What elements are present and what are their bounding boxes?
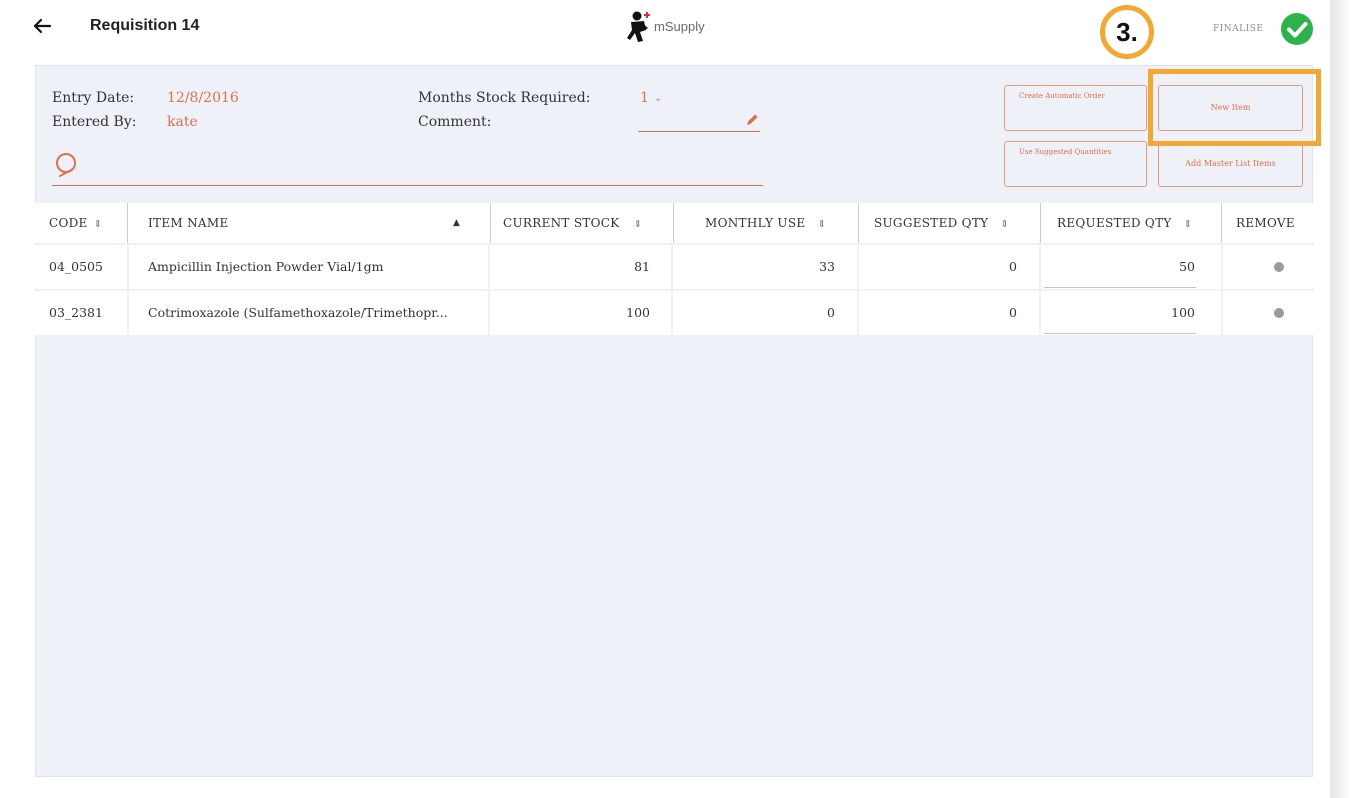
cell-suggested-qty: 0 [1009, 259, 1017, 274]
column-divider [127, 203, 128, 243]
cell-code: 03_2381 [49, 305, 103, 320]
sort-icon[interactable]: ⇕ [817, 219, 826, 230]
requested-qty-underline [1044, 333, 1196, 334]
chevron-down-icon[interactable]: ⌄ [654, 93, 662, 104]
cell-monthly-use: 33 [819, 259, 835, 274]
sort-ascending-icon[interactable]: ▲ [453, 203, 460, 243]
msupply-logo-icon [627, 11, 650, 42]
months-stock-label: Months Stock Required: [418, 90, 591, 106]
sort-icon[interactable]: ⇕ [1000, 219, 1009, 230]
pencil-icon[interactable] [745, 113, 759, 127]
cell-item-name: Cotrimoxazole (Sulfamethoxazole/Trimetho… [148, 305, 448, 320]
top-bar: Requisition 14 mSupply 3. FINALISE [0, 0, 1330, 60]
column-header-item-name[interactable]: ITEM NAME [148, 203, 229, 243]
column-header-code[interactable]: CODE ⇕ [49, 203, 102, 243]
finalise-label[interactable]: FINALISE [1213, 24, 1263, 34]
msupply-logo: mSupply [626, 10, 736, 44]
entered-by-value: kate [167, 114, 198, 130]
requested-qty-underline [1044, 287, 1196, 288]
column-header-current-stock[interactable]: CURRENT STOCK ⇕ [503, 203, 642, 243]
requested-qty-input[interactable]: 50 [1041, 245, 1195, 289]
cell-suggested-qty: 0 [1009, 305, 1017, 320]
table-header: CODE ⇕ ITEM NAME ▲ CURRENT STOCK ⇕ MONTHLY… [35, 203, 1313, 243]
comment-label: Comment: [418, 114, 492, 130]
cell-current-stock: 100 [626, 305, 650, 320]
sort-icon[interactable]: ⇕ [94, 219, 103, 230]
column-divider [858, 203, 859, 243]
months-stock-select[interactable]: 1 [640, 90, 649, 106]
logo-text: mSupply [654, 19, 705, 34]
column-header-requested-qty[interactable]: REQUESTED QTY ⇕ [1057, 203, 1192, 243]
comment-field[interactable] [640, 114, 740, 130]
column-divider [1221, 203, 1222, 243]
cell-current-stock: 81 [634, 259, 650, 274]
column-header-monthly-use[interactable]: MONTHLY USE ⇕ [705, 203, 826, 243]
add-master-list-items-button[interactable]: Add Master List Items [1158, 141, 1303, 187]
remove-icon[interactable] [1274, 308, 1284, 318]
requested-qty-input[interactable]: 100 [1041, 291, 1195, 335]
cell-monthly-use: 0 [827, 305, 835, 320]
entry-date-label: Entry Date: [52, 90, 135, 106]
new-item-highlight-box [1148, 69, 1321, 146]
column-header-suggested-qty[interactable]: SUGGESTED QTY ⇕ [874, 203, 1009, 243]
column-header-remove: REMOVE [1236, 216, 1295, 230]
column-divider [490, 203, 491, 243]
step-number-callout: 3. [1100, 5, 1154, 59]
search-icon[interactable] [54, 151, 84, 181]
create-automatic-order-button[interactable]: Create Automatic Order [1004, 85, 1147, 131]
column-divider [1040, 203, 1041, 243]
back-arrow-icon[interactable] [30, 14, 54, 38]
table-row[interactable]: 04_0505 Ampicillin Injection Powder Vial… [35, 245, 1313, 289]
column-divider [673, 203, 674, 243]
entered-by-label: Entered By: [52, 114, 137, 130]
window-edge-shadow [1330, 0, 1352, 798]
remove-icon[interactable] [1274, 262, 1284, 272]
comment-field-underline [638, 131, 760, 132]
search-input[interactable] [52, 185, 763, 186]
entry-date-value: 12/8/2016 [167, 90, 239, 106]
sort-icon[interactable]: ⇕ [1184, 219, 1193, 230]
cell-item-name: Ampicillin Injection Powder Vial/1gm [148, 259, 384, 274]
check-circle-icon[interactable] [1280, 12, 1314, 46]
sort-icon[interactable]: ⇕ [634, 219, 643, 230]
page-title: Requisition 14 [90, 17, 200, 34]
use-suggested-quantities-button[interactable]: Use Suggested Quantities [1004, 141, 1147, 187]
cell-code: 04_0505 [49, 259, 103, 274]
table-row[interactable]: 03_2381 Cotrimoxazole (Sulfamethoxazole/… [35, 291, 1313, 335]
